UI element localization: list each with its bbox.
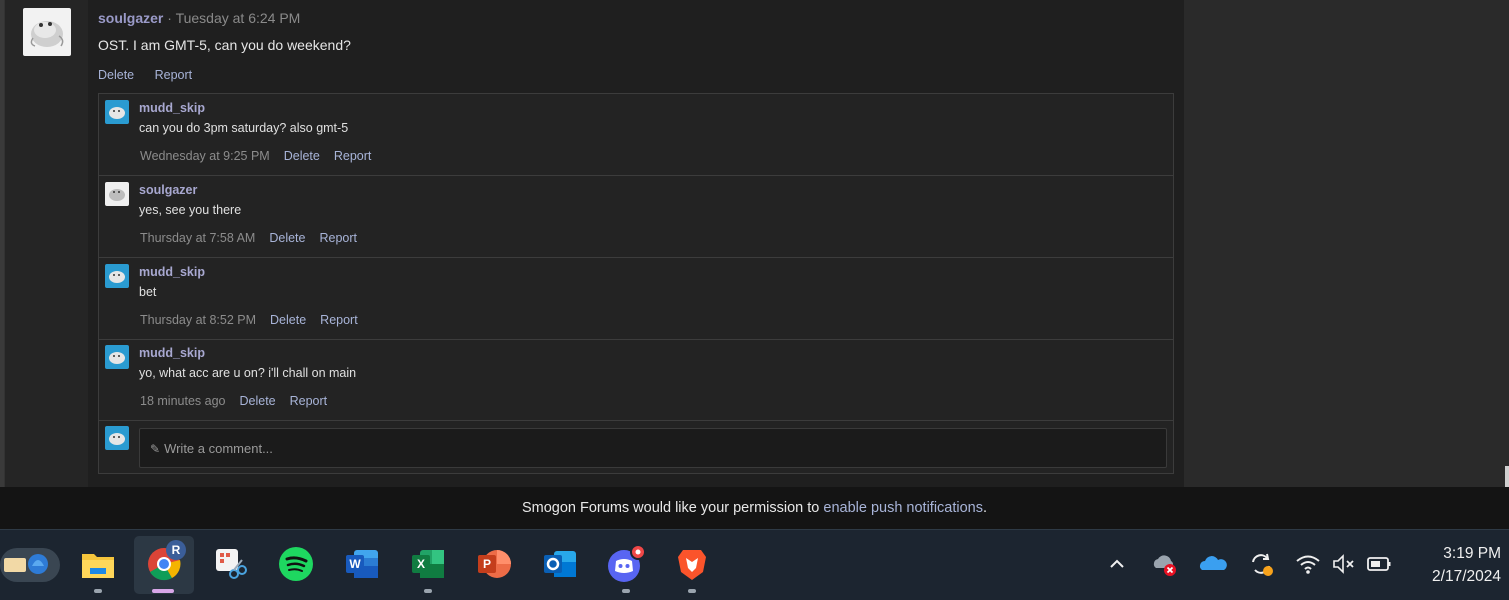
- brave-icon[interactable]: [672, 544, 712, 584]
- avatar[interactable]: [105, 264, 129, 288]
- active-indicator: [152, 589, 174, 593]
- snipping-tool-icon[interactable]: [210, 544, 250, 584]
- post-sidebar: [5, 0, 88, 487]
- list-item: mudd_skip can you do 3pm saturday? also …: [99, 94, 1173, 176]
- excel-icon[interactable]: X: [408, 544, 448, 584]
- post-header: soulgazer · Tuesday at 6:24 PM: [98, 10, 300, 26]
- list-item: mudd_skip bet Thursday at 8:52 PM Delete R…: [99, 258, 1173, 340]
- avatar[interactable]: [105, 345, 129, 369]
- post-body: OST. I am GMT-5, can you do weekend?: [98, 37, 351, 53]
- powerpoint-icon[interactable]: P: [474, 544, 514, 584]
- comment-meta: Thursday at 7:58 AM Delete Report: [140, 231, 357, 245]
- comment-timestamp[interactable]: Thursday at 8:52 PM: [140, 313, 256, 327]
- post-username[interactable]: soulgazer: [98, 10, 163, 26]
- report-button[interactable]: Report: [334, 149, 372, 163]
- comment-username[interactable]: mudd_skip: [139, 265, 205, 279]
- profile-post: soulgazer · Tuesday at 6:24 PM OST. I am…: [4, 0, 1184, 487]
- report-button[interactable]: Report: [290, 394, 328, 408]
- running-indicator: [94, 589, 102, 593]
- clock-time: 3:19 PM: [1443, 545, 1501, 562]
- notice-text: Smogon Forums would like your permission…: [521, 500, 824, 516]
- spotify-icon[interactable]: [276, 544, 316, 584]
- taskbar-clock[interactable]: 3:19 PM 2/17/2024: [1432, 542, 1501, 588]
- battery-icon[interactable]: [1366, 550, 1394, 578]
- delete-button[interactable]: Delete: [269, 231, 305, 245]
- avatar[interactable]: [105, 182, 129, 206]
- chevron-up-icon[interactable]: [1103, 550, 1131, 578]
- svg-text:P: P: [483, 557, 491, 571]
- avatar: [105, 426, 129, 450]
- comment-composer: ✎ Write a comment...: [99, 422, 1173, 474]
- delete-button[interactable]: Delete: [98, 68, 134, 82]
- comment-meta: 18 minutes ago Delete Report: [140, 394, 327, 408]
- comment-input[interactable]: ✎ Write a comment...: [139, 428, 1167, 468]
- report-button[interactable]: Report: [155, 68, 193, 82]
- comments-list: mudd_skip can you do 3pm saturday? also …: [98, 93, 1174, 474]
- notice-end: .: [983, 500, 988, 516]
- comment-username[interactable]: mudd_skip: [139, 346, 205, 360]
- comment-timestamp[interactable]: 18 minutes ago: [140, 394, 225, 408]
- onedrive-icon[interactable]: [1199, 550, 1227, 578]
- taskbar: R W X P 3:19 PM 2/17/2024: [0, 529, 1509, 600]
- delete-button[interactable]: Delete: [270, 313, 306, 327]
- chrome-profile-badge: R: [166, 540, 186, 560]
- report-button[interactable]: Report: [320, 313, 358, 327]
- avatar[interactable]: [105, 100, 129, 124]
- widgets-icon[interactable]: [0, 544, 62, 584]
- svg-text:W: W: [349, 557, 361, 571]
- push-notification-banner: Smogon Forums would like your permission…: [0, 487, 1509, 529]
- comment-placeholder: Write a comment...: [164, 441, 273, 456]
- comment-text: bet: [139, 285, 157, 299]
- delete-button[interactable]: Delete: [239, 394, 275, 408]
- list-item: mudd_skip yo, what acc are u on? i'll ch…: [99, 339, 1173, 421]
- post-timestamp[interactable]: Tuesday at 6:24 PM: [176, 10, 301, 26]
- pencil-icon: ✎: [150, 442, 161, 456]
- post-actions: Delete Report: [98, 68, 209, 82]
- right-sidebar-area: [1184, 0, 1509, 487]
- sync-icon[interactable]: [1247, 550, 1275, 578]
- page: soulgazer · Tuesday at 6:24 PM OST. I am…: [0, 0, 1509, 600]
- comment-meta: Wednesday at 9:25 PM Delete Report: [140, 149, 371, 163]
- file-explorer-icon[interactable]: [78, 544, 118, 584]
- cloud-error-icon[interactable]: [1150, 550, 1178, 578]
- wifi-icon[interactable]: [1294, 550, 1322, 578]
- enable-push-link[interactable]: enable push notifications: [823, 500, 983, 516]
- header-separator: ·: [163, 10, 176, 26]
- comment-text: yo, what acc are u on? i'll chall on mai…: [139, 366, 357, 380]
- comment-username[interactable]: mudd_skip: [139, 101, 205, 115]
- comment-timestamp[interactable]: Wednesday at 9:25 PM: [140, 149, 270, 163]
- avatar[interactable]: [23, 8, 71, 56]
- running-indicator: [622, 589, 630, 593]
- report-button[interactable]: Report: [319, 231, 357, 245]
- list-item: soulgazer yes, see you there Thursday at…: [99, 176, 1173, 258]
- running-indicator: [424, 589, 432, 593]
- outlook-icon[interactable]: [540, 544, 580, 584]
- word-icon[interactable]: W: [342, 544, 382, 584]
- comment-meta: Thursday at 8:52 PM Delete Report: [140, 313, 358, 327]
- speaker-muted-icon[interactable]: [1330, 550, 1358, 578]
- discord-icon[interactable]: [606, 544, 646, 584]
- clock-date: 2/17/2024: [1432, 568, 1501, 585]
- comment-timestamp[interactable]: Thursday at 7:58 AM: [140, 231, 255, 245]
- svg-text:X: X: [417, 557, 425, 571]
- comment-text: yes, see you there: [139, 203, 242, 217]
- running-indicator: [688, 589, 696, 593]
- delete-button[interactable]: Delete: [284, 149, 320, 163]
- comment-text: can you do 3pm saturday? also gmt-5: [139, 121, 349, 135]
- comment-username[interactable]: soulgazer: [139, 183, 197, 197]
